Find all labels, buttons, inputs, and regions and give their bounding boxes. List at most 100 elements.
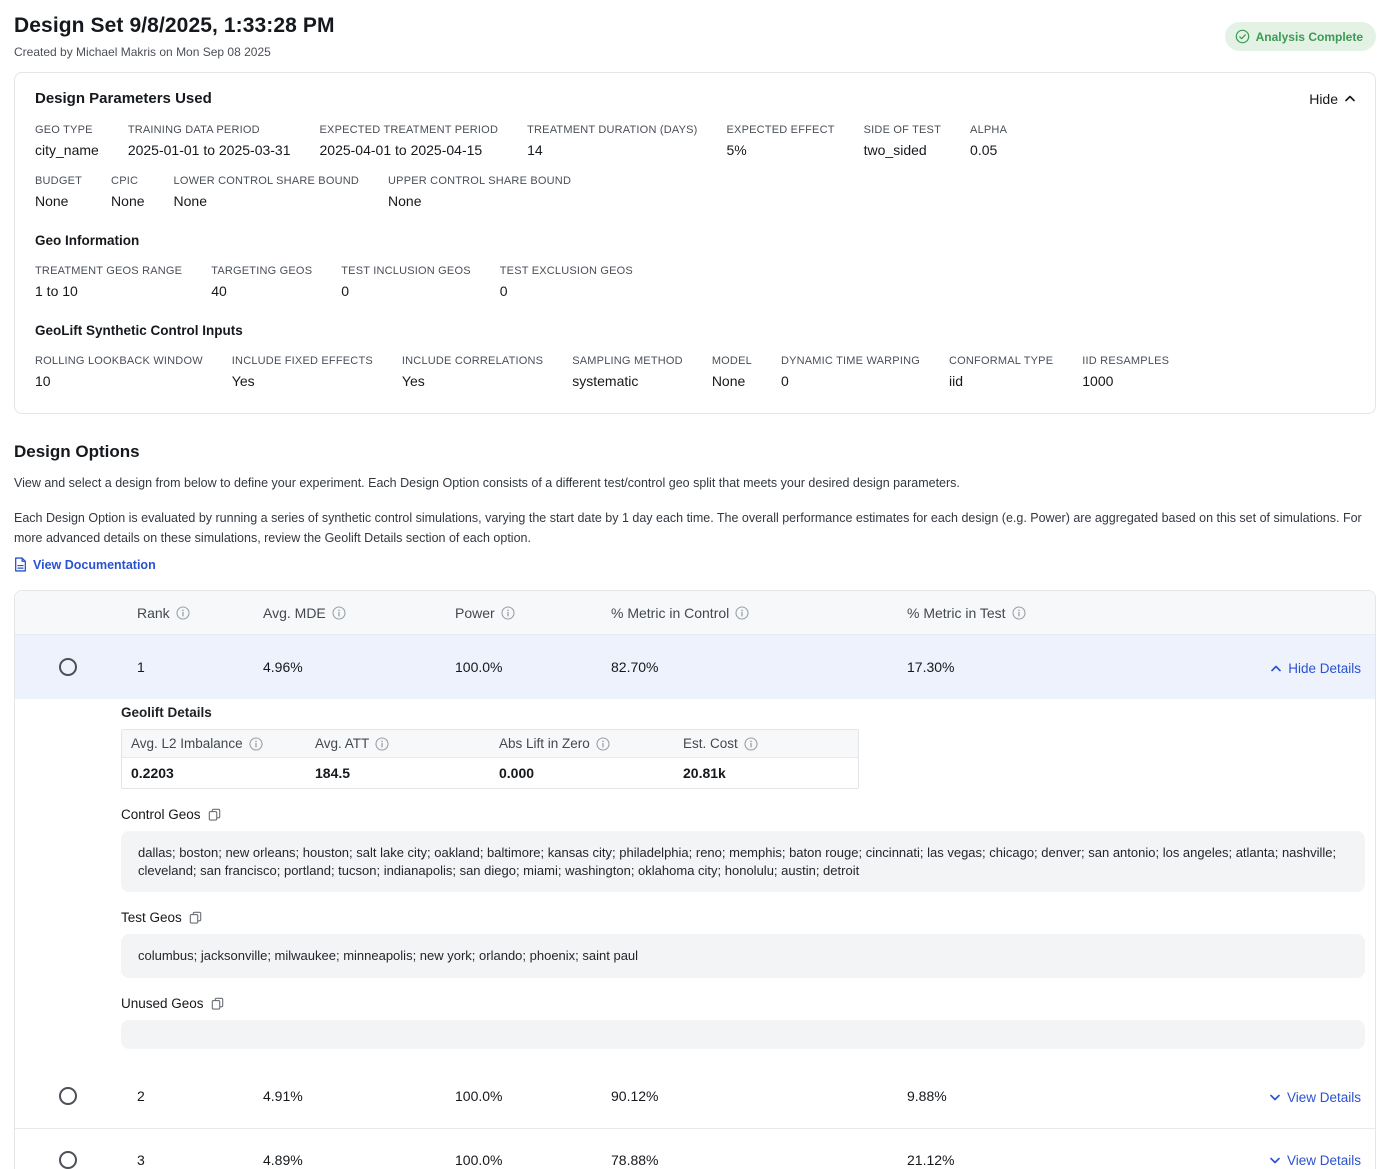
param-value: two_sided <box>864 142 941 158</box>
param-cpic: CPIC None <box>111 175 144 209</box>
info-icon[interactable] <box>249 737 263 751</box>
copy-test-geos-button[interactable] <box>189 911 202 924</box>
avg-mde-value: 4.96% <box>247 659 439 675</box>
param-label: TARGETING GEOS <box>211 265 312 277</box>
copy-icon <box>189 911 202 924</box>
param-value: 1 to 10 <box>35 283 182 299</box>
param-value: 5% <box>727 142 835 158</box>
hide-parameters-button[interactable]: Hide <box>1309 91 1355 107</box>
col-header-label: Rank <box>137 605 170 621</box>
info-icon[interactable] <box>375 737 389 751</box>
info-icon[interactable] <box>1012 606 1026 620</box>
page: Design Set 9/8/2025, 1:33:28 PM Created … <box>0 0 1390 1169</box>
info-icon[interactable] <box>735 606 749 620</box>
param-label: ALPHA <box>970 124 1007 136</box>
info-icon[interactable] <box>744 737 758 751</box>
geo-information-row: TREATMENT GEOS RANGE 1 to 10 TARGETING G… <box>35 265 1355 299</box>
control-geos-value: dallas; boston; new orleans; houston; sa… <box>121 831 1365 892</box>
param-label: MODEL <box>712 355 752 367</box>
param-value: 14 <box>527 142 697 158</box>
param-label: TEST INCLUSION GEOS <box>341 265 471 277</box>
param-value: 1000 <box>1082 373 1169 389</box>
geolift-details-title: Geolift Details <box>121 705 1365 720</box>
param-treatment-duration: TREATMENT DURATION (DAYS) 14 <box>527 124 697 158</box>
hide-details-link[interactable]: Hide Details <box>1271 661 1361 676</box>
geolift-stats-header: Avg. L2 Imbalance Avg. ATT Abs Lift in Z… <box>122 730 858 758</box>
page-title: Design Set 9/8/2025, 1:33:28 PM <box>14 14 335 38</box>
param-upper-control-share-bound: UPPER CONTROL SHARE BOUND None <box>388 175 571 209</box>
param-label: IID RESAMPLES <box>1082 355 1169 367</box>
info-icon[interactable] <box>332 606 346 620</box>
l2-imbalance-value: 0.2203 <box>122 758 306 788</box>
param-value: Yes <box>402 373 543 389</box>
chevron-up-icon <box>1271 665 1281 672</box>
chevron-up-icon <box>1345 95 1355 102</box>
radio-button[interactable] <box>59 658 77 676</box>
param-treatment-geos-range: TREATMENT GEOS RANGE 1 to 10 <box>35 265 182 299</box>
param-test-inclusion-geos: TEST INCLUSION GEOS 0 <box>341 265 471 299</box>
metric-in-test-value: 9.88% <box>891 1088 1165 1104</box>
unused-geos-label-text: Unused Geos <box>121 996 204 1011</box>
radio-button[interactable] <box>59 1151 77 1169</box>
param-include-fixed-effects: INCLUDE FIXED EFFECTS Yes <box>232 355 373 389</box>
metric-in-control-value: 90.12% <box>595 1088 891 1104</box>
stat-header-avg-att: Avg. ATT <box>306 736 490 751</box>
param-label: SAMPLING METHOD <box>572 355 683 367</box>
param-include-correlations: INCLUDE CORRELATIONS Yes <box>402 355 543 389</box>
stat-header-label: Avg. L2 Imbalance <box>131 736 243 751</box>
info-icon[interactable] <box>596 737 610 751</box>
rank-value: 2 <box>121 1088 247 1104</box>
param-label: CONFORMAL TYPE <box>949 355 1053 367</box>
design-parameters-title: Design Parameters Used <box>35 90 212 107</box>
metric-in-test-value: 21.12% <box>891 1152 1165 1168</box>
test-geos-label-text: Test Geos <box>121 910 182 925</box>
param-value: 2025-01-01 to 2025-03-31 <box>128 142 291 158</box>
view-details-link[interactable]: View Details <box>1270 1090 1361 1105</box>
param-expected-effect: EXPECTED EFFECT 5% <box>727 124 835 158</box>
info-icon[interactable] <box>501 606 515 620</box>
design-options-description-2: Each Design Option is evaluated by runni… <box>14 509 1376 548</box>
param-label: INCLUDE FIXED EFFECTS <box>232 355 373 367</box>
view-details-link[interactable]: View Details <box>1270 1153 1361 1168</box>
design-option-row-1[interactable]: 1 4.96% 100.0% 82.70% 17.30% Hide Detail… <box>15 635 1375 699</box>
control-geos-label: Control Geos <box>121 807 221 822</box>
design-option-row-3[interactable]: 3 4.89% 100.0% 78.88% 21.12% View Detail… <box>15 1128 1375 1169</box>
rank-value: 1 <box>121 659 247 675</box>
param-rolling-lookback-window: ROLLING LOOKBACK WINDOW 10 <box>35 355 203 389</box>
param-label: DYNAMIC TIME WARPING <box>781 355 920 367</box>
control-geos-label-text: Control Geos <box>121 807 201 822</box>
page-header: Design Set 9/8/2025, 1:33:28 PM Created … <box>14 0 1376 59</box>
design-options-title: Design Options <box>14 442 1376 462</box>
param-value: 0 <box>341 283 471 299</box>
geolift-inputs-row: ROLLING LOOKBACK WINDOW 10 INCLUDE FIXED… <box>35 355 1355 389</box>
stat-header-est-cost: Est. Cost <box>674 736 858 751</box>
details-link-label: Hide Details <box>1288 661 1361 676</box>
param-value: None <box>111 193 144 209</box>
radio-button[interactable] <box>59 1087 77 1105</box>
param-value: None <box>388 193 571 209</box>
param-budget: BUDGET None <box>35 175 82 209</box>
param-label: LOWER CONTROL SHARE BOUND <box>174 175 360 187</box>
col-header-avg-mde: Avg. MDE <box>247 605 439 621</box>
param-label: INCLUDE CORRELATIONS <box>402 355 543 367</box>
details-link-label: View Details <box>1287 1090 1361 1105</box>
test-geos-value: columbus; jacksonville; milwaukee; minne… <box>121 934 1365 978</box>
info-icon[interactable] <box>176 606 190 620</box>
view-documentation-link[interactable]: View Documentation <box>14 557 156 572</box>
geolift-inputs-title: GeoLift Synthetic Control Inputs <box>35 323 1355 338</box>
copy-unused-geos-button[interactable] <box>211 997 224 1010</box>
design-parameters-header: Design Parameters Used Hide <box>35 90 1355 107</box>
param-targeting-geos: TARGETING GEOS 40 <box>211 265 312 299</box>
parameters-row-2: BUDGET None CPIC None LOWER CONTROL SHAR… <box>35 175 1355 209</box>
col-header-label: Avg. MDE <box>263 605 326 621</box>
table-header-row: Rank Avg. MDE Power % Metric in Control … <box>15 591 1375 635</box>
param-dynamic-time-warping: DYNAMIC TIME WARPING 0 <box>781 355 920 389</box>
metric-in-control-value: 78.88% <box>595 1152 891 1168</box>
copy-control-geos-button[interactable] <box>208 808 221 821</box>
param-value: None <box>35 193 82 209</box>
design-parameters-card: Design Parameters Used Hide GEO TYPE cit… <box>14 72 1376 414</box>
power-value: 100.0% <box>439 1152 595 1168</box>
design-option-row-2[interactable]: 2 4.91% 100.0% 90.12% 9.88% View Details <box>15 1065 1375 1128</box>
power-value: 100.0% <box>439 1088 595 1104</box>
param-sampling-method: SAMPLING METHOD systematic <box>572 355 683 389</box>
